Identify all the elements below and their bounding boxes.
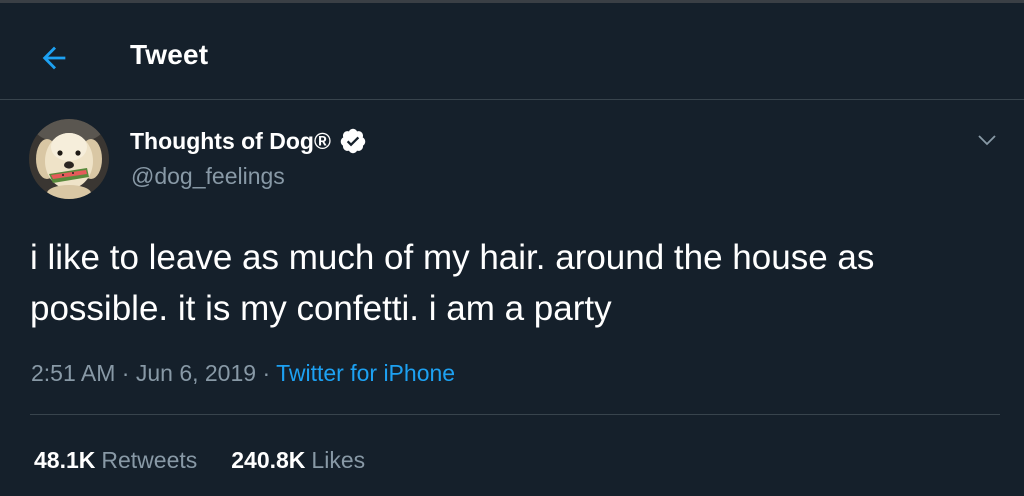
chevron-down-icon — [978, 135, 996, 146]
meta-separator: · — [121, 360, 136, 386]
tweet-page: Tweet Thoughts of Dog® @dog_feelings i l… — [0, 0, 1024, 496]
author-display-name: Thoughts of Dog® — [130, 127, 331, 154]
page-header: Tweet — [0, 6, 1024, 100]
tweet-meta: 2:51 AM · Jun 6, 2019 · Twitter for iPho… — [31, 360, 455, 387]
retweets-count: 48.1K — [34, 447, 96, 473]
tweet-date[interactable]: Jun 6, 2019 — [136, 360, 256, 386]
likes-stat[interactable]: 240.8K Likes — [231, 447, 365, 474]
author-handle[interactable]: @dog_feelings — [131, 163, 285, 190]
page-title: Tweet — [130, 39, 209, 70]
tweet-source-link[interactable]: Twitter for iPhone — [276, 360, 455, 386]
likes-count: 240.8K — [231, 447, 306, 473]
tweet-menu-button[interactable] — [970, 123, 1004, 157]
tweet-stats: 48.1K Retweets 240.8K Likes — [34, 447, 365, 474]
arrow-left-icon — [42, 46, 66, 70]
back-button[interactable] — [30, 34, 78, 82]
divider — [30, 414, 1000, 415]
retweets-label: Retweets — [101, 447, 198, 473]
avatar[interactable] — [29, 119, 109, 199]
tweet-time[interactable]: 2:51 AM — [31, 360, 115, 386]
meta-separator: · — [262, 360, 277, 386]
author-name[interactable]: Thoughts of Dog® — [130, 127, 367, 155]
likes-label: Likes — [311, 447, 366, 473]
tweet-text: i like to leave as much of my hair. arou… — [30, 238, 875, 328]
retweets-stat[interactable]: 48.1K Retweets — [34, 447, 197, 474]
verified-badge-icon — [339, 127, 367, 155]
dog-avatar-image — [29, 119, 109, 199]
